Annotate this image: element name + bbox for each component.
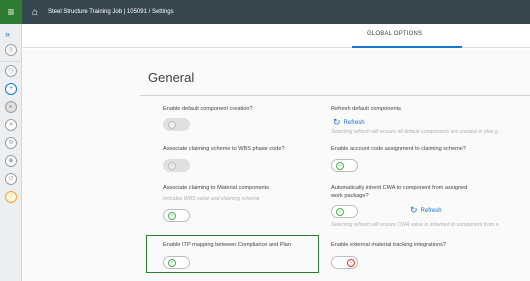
play-icon[interactable]: ▸ [5,101,17,113]
refresh-default-button[interactable]: ↻ Refresh [333,116,365,127]
toggle-knob: ✓ [168,259,176,267]
dashboard-icon[interactable]: ◎ [5,44,17,56]
home-icon[interactable]: ⌂ [26,7,44,18]
alert-icon[interactable]: ! [5,191,17,203]
add-icon[interactable]: + [5,83,17,95]
external-tracking-toggle[interactable]: − [331,256,358,269]
itp-mapping-label: Enable ITP mapping between Compliance an… [163,242,292,248]
inherit-cwa-toggle[interactable]: ✓ [331,205,358,218]
refresh-icon: ↻ [333,117,341,127]
breadcrumb: Steel Structure Training Job | 105091 / … [48,9,174,15]
claiming-material-label: Associate claiming to Material component… [163,185,270,191]
top-bar: ≡ ⌂ Steel Structure Training Job | 10509… [0,0,530,24]
settings-icon[interactable]: ⚙ [5,137,17,149]
toggle-knob: ✓ [336,162,344,170]
target-icon[interactable]: ◉ [5,155,17,167]
history-icon[interactable]: ↺ [5,173,17,185]
claiming-wbs-toggle[interactable]: ✓ [163,159,190,172]
clock-icon[interactable]: ◷ [5,65,17,77]
claiming-material-toggle[interactable]: ✓ [163,209,190,222]
external-tracking-label: Enable external material tracking integr… [331,242,447,248]
tab-global-options[interactable]: GLOBAL OPTIONS [367,31,422,37]
default-component-toggle[interactable] [163,118,190,131]
tab-bar: GLOBAL OPTIONS [22,24,530,48]
refresh-icon: ↻ [410,205,418,215]
tools-icon[interactable]: ✕ [5,119,17,131]
itp-mapping-toggle[interactable]: ✓ [163,256,190,269]
inherit-cwa-label-line2: work package? [331,193,369,199]
account-code-label: Enable account code assignment to claimi… [331,146,466,152]
toggle-knob: ✓ [336,208,344,216]
refresh-default-hint: Selecting refresh will ensure all defaul… [331,129,498,135]
toggle-knob [168,121,176,129]
active-tab-indicator [352,46,462,48]
toggle-knob: ✓ [168,162,176,170]
refresh-default-label: Refresh default components [331,106,401,112]
inherit-cwa-hint: Selecting refresh will ensure CWA value … [331,222,499,228]
default-component-label: Enable default component creation? [163,106,253,112]
section-title: General [148,70,195,85]
left-rail: » ◎ ◷ + ▸ ✕ ⚙ ◉ ↺ ! [0,24,22,281]
claiming-material-hint: Includes WBS value and claiming scheme [163,196,260,202]
toggle-knob: − [347,259,355,267]
section-divider [140,95,530,96]
claiming-wbs-label: Associate claiming scheme to WBS phase c… [163,146,285,152]
inherit-cwa-label: Automatically inherit CWA to component f… [331,185,468,191]
expand-chevron-icon[interactable]: » [5,29,10,39]
toggle-knob: ✓ [168,212,176,220]
refresh-cwa-button[interactable]: ↻ Refresh [410,204,442,215]
menu-icon[interactable]: ≡ [0,0,22,24]
account-code-toggle[interactable]: ✓ [331,159,358,172]
